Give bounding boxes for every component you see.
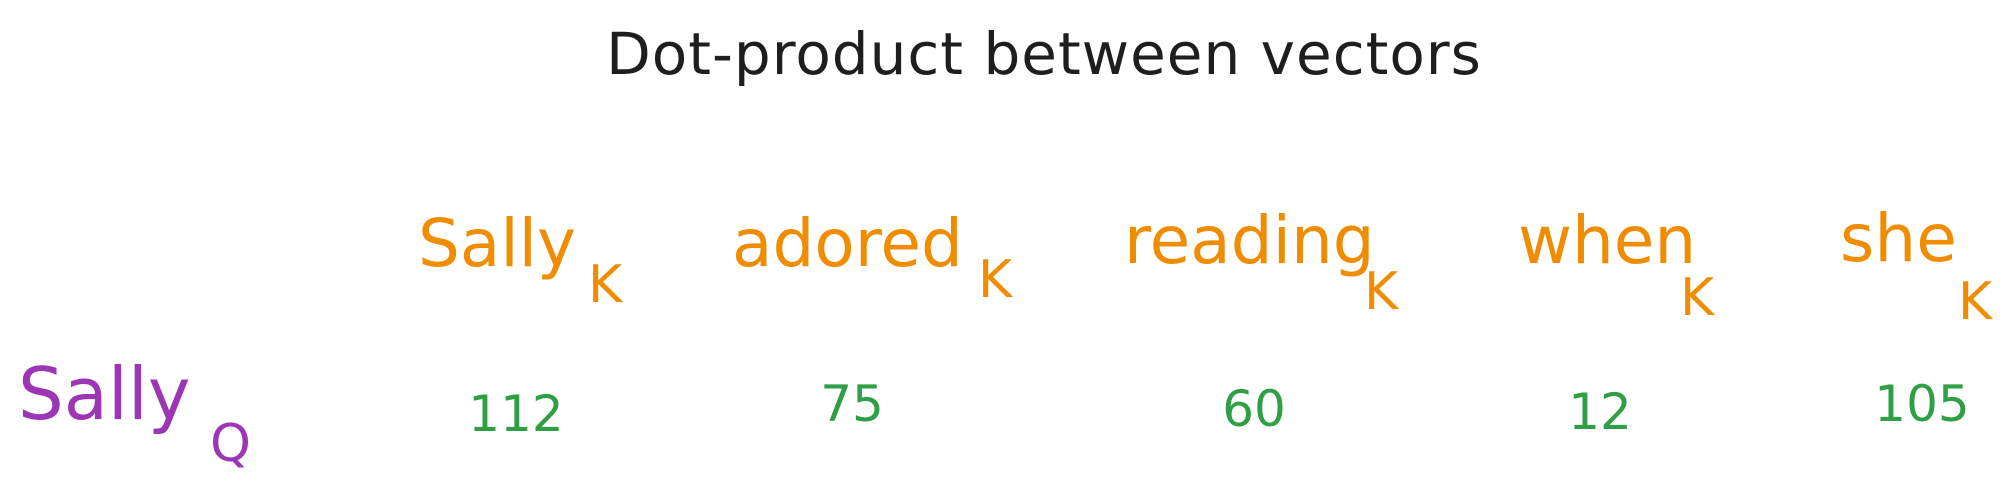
- diagram-title: Dot-product between vectors: [606, 20, 1482, 88]
- key-subscript: K: [978, 250, 1013, 310]
- key-label-adored: adored: [732, 205, 963, 282]
- key-subscript: K: [588, 255, 623, 315]
- key-subscript: K: [1958, 272, 1993, 332]
- score-sally-sally: 112: [468, 385, 564, 443]
- score-sally-reading: 60: [1222, 380, 1286, 438]
- key-subscript: K: [1364, 262, 1399, 322]
- key-word: when: [1518, 202, 1697, 279]
- key-label-she: she: [1840, 200, 1957, 277]
- key-word: she: [1840, 200, 1957, 277]
- dot-product-diagram: { "title": "Dot-product between vectors"…: [0, 0, 2008, 495]
- query-label-sally: Sally: [18, 352, 190, 436]
- key-word: Sally: [418, 205, 577, 282]
- key-word: reading: [1124, 202, 1375, 279]
- score-sally-adored: 75: [820, 375, 884, 433]
- score-sally-she: 105: [1874, 375, 1970, 433]
- key-label-sally: Sally: [418, 205, 576, 282]
- key-word: adored: [732, 205, 963, 282]
- score-sally-when: 12: [1568, 383, 1632, 441]
- key-label-reading: reading: [1124, 202, 1375, 279]
- query-word: Sally: [18, 352, 191, 436]
- query-subscript: Q: [210, 414, 251, 474]
- key-subscript: K: [1680, 268, 1715, 328]
- key-label-when: when: [1518, 202, 1696, 279]
